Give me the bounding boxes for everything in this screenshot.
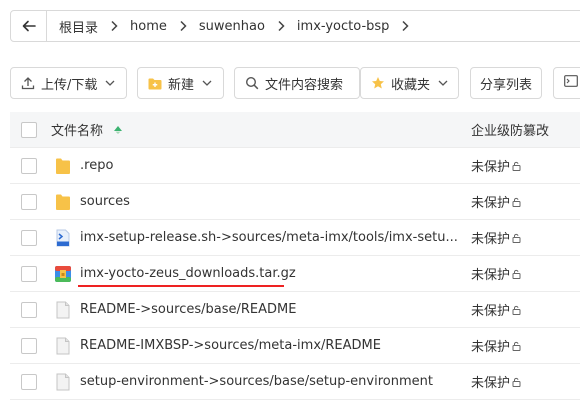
row-checkbox[interactable] — [21, 301, 37, 318]
favorites-button[interactable]: 收藏夹 — [360, 67, 459, 99]
protection-status: 未保护 — [471, 192, 521, 211]
row-checkbox[interactable] — [21, 265, 37, 282]
protection-status: 未保护 — [471, 264, 521, 283]
unlock-icon[interactable] — [511, 269, 521, 279]
arrow-left-icon — [22, 20, 36, 32]
table-row[interactable]: README-IMXBSP->sources/meta-imx/README 未… — [10, 328, 580, 364]
highlight-underline — [78, 285, 284, 287]
table-row[interactable]: .repo 未保护 — [10, 148, 580, 184]
file-name[interactable]: imx-yocto-zeus_downloads.tar.gz — [80, 266, 296, 281]
protection-status-label: 未保护 — [471, 196, 511, 211]
table-row[interactable]: setup-environment->sources/base/setup-en… — [10, 364, 580, 400]
column-header-name-label: 文件名称 — [51, 124, 104, 139]
protection-status: 未保护 — [471, 228, 521, 247]
search-icon — [245, 76, 259, 90]
protection-status-label: 未保护 — [471, 376, 511, 391]
unlock-icon[interactable] — [511, 197, 521, 207]
row-checkbox[interactable] — [21, 193, 37, 210]
protection-status-label: 未保护 — [471, 304, 511, 319]
file-name[interactable]: setup-environment->sources/base/setup-en… — [80, 374, 433, 389]
row-checkbox[interactable] — [21, 373, 37, 390]
terminal-icon — [564, 75, 578, 91]
upload-download-label: 上传/下载 — [41, 77, 98, 93]
protection-status: 未保护 — [471, 300, 521, 319]
upload-download-button[interactable]: 上传/下载 — [10, 67, 127, 99]
breadcrumb-item[interactable]: 根目录 — [47, 17, 118, 36]
breadcrumb-item-label[interactable]: 根目录 — [47, 17, 98, 36]
file-content-search-label: 文件内容搜索 — [265, 77, 344, 93]
column-header-name[interactable]: 文件名称 — [51, 120, 123, 139]
shell-file-icon — [54, 229, 72, 247]
protection-status: 未保护 — [471, 156, 521, 175]
breadcrumb: 根目录 home suwenhao imx-yocto-bsp — [10, 10, 580, 42]
file-name[interactable]: imx-setup-release.sh->sources/meta-imx/t… — [80, 230, 458, 245]
favorites-label: 收藏夹 — [391, 77, 431, 93]
table-row[interactable]: sources 未保护 — [10, 184, 580, 220]
breadcrumb-item-label[interactable]: suwenhao — [187, 19, 265, 34]
chevron-right-icon — [389, 20, 409, 32]
table-row[interactable]: README->sources/base/README 未保护 — [10, 292, 580, 328]
unlock-icon[interactable] — [511, 305, 521, 315]
table-header: 文件名称 企业级防篡改 — [10, 112, 580, 148]
breadcrumb-item-label[interactable]: imx-yocto-bsp — [285, 19, 390, 34]
chevron-right-icon — [98, 20, 118, 32]
row-checkbox[interactable] — [21, 229, 37, 246]
select-all-checkbox[interactable] — [21, 121, 37, 138]
table-row[interactable]: imx-yocto-zeus_downloads.tar.gz 未保护 — [10, 256, 580, 292]
upload-icon — [21, 76, 35, 90]
document-icon — [54, 373, 72, 391]
protection-status: 未保护 — [471, 336, 521, 355]
new-folder-icon — [148, 77, 162, 90]
unlock-icon[interactable] — [511, 377, 521, 387]
file-name[interactable]: sources — [80, 194, 130, 209]
breadcrumb-item-label[interactable]: home — [118, 19, 167, 34]
protection-status: 未保护 — [471, 372, 521, 391]
toolbar: 上传/下载 新建 文件内容搜索 收藏夹 分享列表 — [10, 67, 580, 99]
protection-status-label: 未保护 — [471, 268, 511, 283]
unlock-icon[interactable] — [511, 233, 521, 243]
file-name[interactable]: README->sources/base/README — [80, 302, 296, 317]
chevron-down-icon — [202, 80, 212, 86]
document-icon — [54, 301, 72, 319]
unlock-icon[interactable] — [511, 161, 521, 171]
chevron-right-icon — [167, 20, 187, 32]
protection-status-label: 未保护 — [471, 160, 511, 175]
breadcrumb-item[interactable]: imx-yocto-bsp — [285, 19, 410, 34]
chevron-down-icon — [105, 80, 115, 86]
document-icon — [54, 337, 72, 355]
file-name[interactable]: .repo — [80, 158, 113, 173]
new-label: 新建 — [168, 77, 195, 93]
back-button[interactable] — [11, 11, 47, 41]
breadcrumb-item[interactable]: suwenhao — [187, 19, 285, 34]
sort-ascending-icon[interactable] — [113, 125, 123, 135]
protection-status-label: 未保护 — [471, 232, 511, 247]
file-name[interactable]: README-IMXBSP->sources/meta-imx/README — [80, 338, 381, 353]
unlock-icon[interactable] — [511, 341, 521, 351]
file-table: 文件名称 企业级防篡改 .repo 未保护 sources 未保护 imx-se… — [10, 112, 580, 400]
share-list-label: 分享列表 — [480, 77, 533, 93]
chevron-down-icon — [438, 80, 448, 86]
row-checkbox[interactable] — [21, 157, 37, 174]
chevron-right-icon — [265, 20, 285, 32]
share-list-button[interactable]: 分享列表 — [470, 67, 542, 99]
protection-status-label: 未保护 — [471, 340, 511, 355]
folder-icon — [54, 193, 72, 211]
new-button[interactable]: 新建 — [137, 67, 224, 99]
file-content-search-button[interactable]: 文件内容搜索 — [234, 67, 360, 99]
star-icon — [371, 76, 385, 90]
table-row[interactable]: imx-setup-release.sh->sources/meta-imx/t… — [10, 220, 580, 256]
column-header-tamper-protection[interactable]: 企业级防篡改 — [471, 120, 549, 139]
archive-icon — [54, 265, 72, 283]
folder-icon — [54, 157, 72, 175]
more-button[interactable] — [553, 67, 580, 99]
breadcrumb-item[interactable]: home — [118, 19, 187, 34]
row-checkbox[interactable] — [21, 337, 37, 354]
